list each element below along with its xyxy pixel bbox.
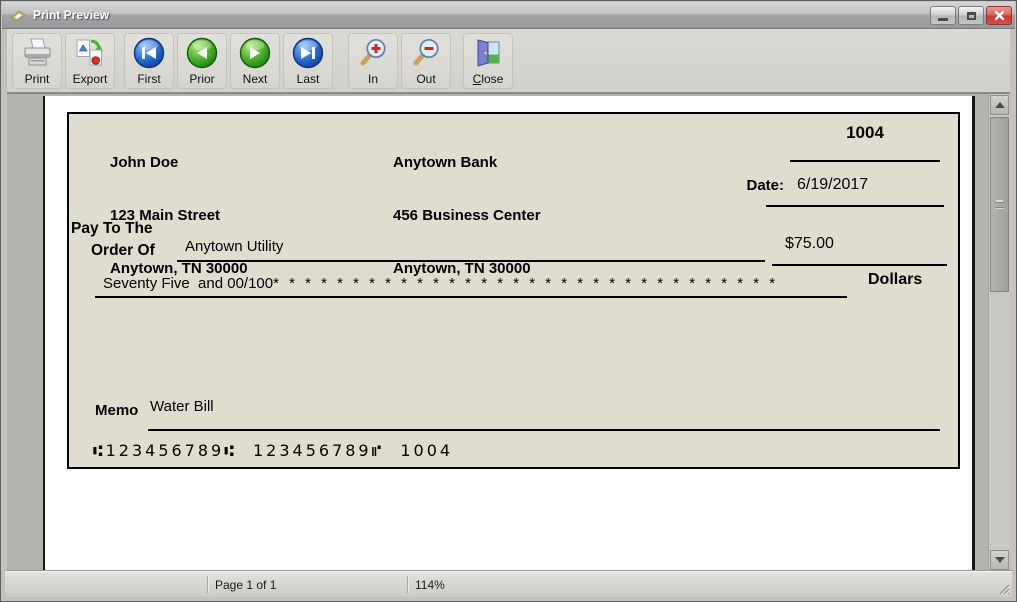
scroll-up-arrow-icon [994, 102, 1005, 108]
window-title: Print Preview [33, 8, 110, 22]
next-button-label: Next [242, 72, 268, 86]
memo-label: Memo [95, 402, 139, 419]
scrollbar-thumb[interactable] [990, 117, 1009, 292]
printer-icon [21, 37, 53, 69]
memo-value: Water Bill [150, 398, 214, 415]
prior-page-icon [186, 37, 218, 69]
close-preview-button[interactable]: Close [463, 33, 513, 89]
prior-button-label: Prior [189, 72, 215, 86]
check-preview: John Doe 123 Main Street Anytown, TN 300… [67, 112, 960, 469]
first-button-label: First [137, 72, 161, 86]
minimize-icon [938, 18, 948, 21]
amount-words-underline [95, 296, 847, 298]
zoom-in-icon [357, 37, 389, 69]
print-button-label: Print [24, 72, 50, 86]
toolbar: Print Export First Prior Next Last In Ou… [7, 29, 1010, 93]
zoom-indicator: 114% [415, 578, 445, 592]
first-page-icon [133, 37, 165, 69]
close-window-button[interactable] [986, 6, 1012, 25]
amount-words-stars: * * * * * * * * * * * * * * * * * * * * … [273, 275, 779, 292]
status-bar: Page 1 of 1 114% [5, 571, 1012, 597]
export-icon [74, 37, 106, 69]
payee-underline [177, 260, 765, 262]
close-button-label: Close [472, 72, 504, 86]
export-button[interactable]: Export [65, 33, 115, 89]
last-page-icon [292, 37, 324, 69]
page-indicator: Page 1 of 1 [215, 578, 277, 592]
first-page-button[interactable]: First [124, 33, 174, 89]
scroll-up-button[interactable] [990, 95, 1009, 115]
prior-page-button[interactable]: Prior [177, 33, 227, 89]
last-button-label: Last [296, 72, 320, 86]
page-preview: John Doe 123 Main Street Anytown, TN 300… [43, 96, 975, 571]
scrollbar-grip-icon [995, 201, 1004, 208]
bank-address1: 456 Business Center [393, 207, 541, 224]
scroll-down-arrow-icon [994, 557, 1005, 563]
statusbar-divider [207, 576, 208, 593]
check-number: 1004 [846, 123, 884, 142]
statusbar-divider [407, 576, 408, 593]
titlebar[interactable]: Print Preview [2, 2, 1015, 29]
vertical-scrollbar[interactable] [988, 94, 1010, 571]
pay-to-label-line1: Pay To The [71, 220, 153, 237]
restore-icon [966, 11, 976, 20]
amount-in-words: Seventy Five and 00/100* * * * * * * * *… [103, 275, 778, 292]
amount-underline [772, 264, 947, 266]
zoom-out-button-label: Out [416, 72, 436, 86]
resize-grip[interactable] [996, 581, 1010, 595]
last-page-button[interactable]: Last [283, 33, 333, 89]
next-page-icon [239, 37, 271, 69]
payee-name: Anytown Utility [185, 238, 284, 255]
close-icon [994, 10, 1004, 21]
scroll-down-button[interactable] [990, 550, 1009, 570]
print-button[interactable]: Print [12, 33, 62, 89]
date-value: 6/19/2017 [797, 176, 869, 193]
door-exit-icon [472, 37, 504, 69]
restore-button[interactable] [958, 6, 984, 25]
amount-value: $75.00 [785, 235, 834, 252]
date-label: Date: [746, 177, 784, 194]
date-underline [766, 205, 944, 207]
zoom-in-button[interactable]: In [348, 33, 398, 89]
signature-line [652, 429, 940, 431]
pay-to-label-line2: Order Of [91, 242, 155, 259]
check-number-underline [790, 160, 940, 162]
memo-underline [148, 429, 686, 431]
amount-words-text: Seventy Five and 00/100 [103, 275, 274, 292]
zoom-in-button-label: In [367, 72, 378, 86]
export-button-label: Export [72, 72, 108, 86]
preview-area: John Doe 123 Main Street Anytown, TN 300… [7, 93, 1010, 571]
print-preview-window: Print Preview Print Export First Prior N… [0, 0, 1017, 602]
dollars-label: Dollars [868, 271, 923, 288]
micr-line: ⑆123456789⑆ 123456789⑈ 1004 [93, 441, 454, 460]
print-preview-app-icon [9, 7, 27, 23]
zoom-out-icon [410, 37, 442, 69]
payer-name: John Doe [110, 154, 179, 171]
bank-name: Anytown Bank [393, 154, 498, 171]
next-page-button[interactable]: Next [230, 33, 280, 89]
minimize-button[interactable] [930, 6, 956, 25]
zoom-out-button[interactable]: Out [401, 33, 451, 89]
